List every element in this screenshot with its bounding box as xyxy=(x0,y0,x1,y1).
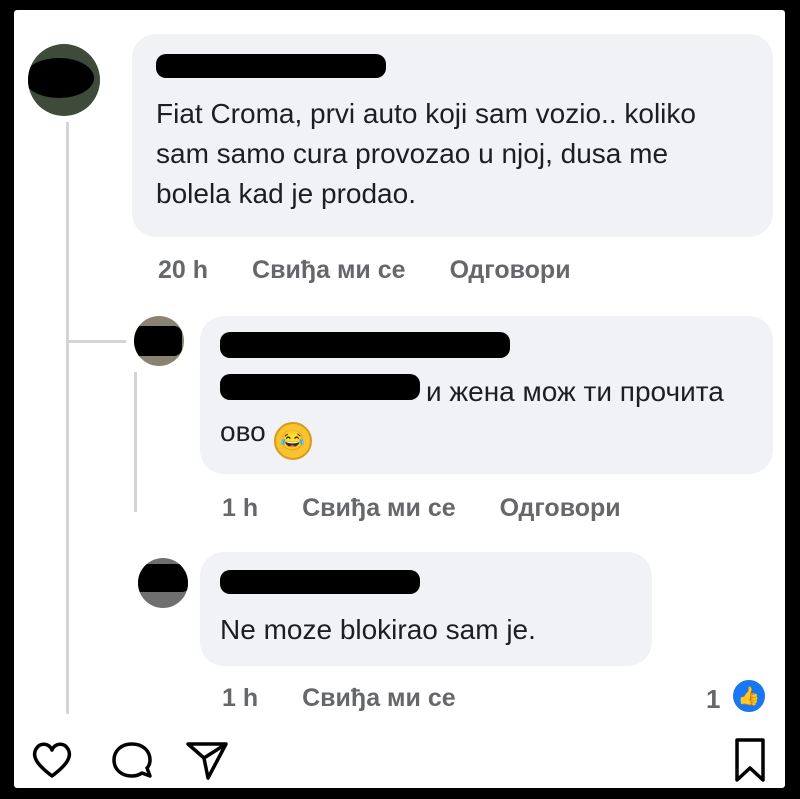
comment-meta: 20 h Свиђа ми се Одговори xyxy=(158,256,615,285)
reply-time: 1 h xyxy=(222,684,259,712)
like-count: 1 xyxy=(706,684,721,714)
screenshot-frame: Fiat Croma, prvi auto koji sam vozio.. k… xyxy=(14,10,785,788)
comment-icon[interactable] xyxy=(110,738,156,782)
avatar[interactable] xyxy=(138,558,188,608)
thumbs-up-icon: 👍 xyxy=(731,678,767,714)
reply-time: 1 h xyxy=(222,494,259,522)
laughing-tears-emoji-icon: 😂 xyxy=(273,422,312,460)
like-button[interactable]: Свиђа ми се xyxy=(302,684,456,712)
avatar[interactable] xyxy=(28,44,100,116)
reply-text: и жена мож ти прочита ово 😂 xyxy=(220,372,750,460)
avatar[interactable] xyxy=(134,316,184,366)
comment-bubble: Fiat Croma, prvi auto koji sam vozio.. k… xyxy=(132,34,773,237)
share-icon[interactable] xyxy=(184,738,230,782)
comment-text: Fiat Croma, prvi auto koji sam vozio.. k… xyxy=(156,98,696,209)
reply-meta: 1 h Свиђа ми се Одговори xyxy=(222,494,665,523)
comment-time: 20 h xyxy=(158,256,209,284)
like-button[interactable]: Свиђа ми се xyxy=(302,494,456,522)
bookmark-icon[interactable] xyxy=(732,736,768,784)
redacted-name xyxy=(220,332,510,358)
thread-line xyxy=(66,122,69,714)
heart-icon[interactable] xyxy=(30,738,74,782)
thread-connector xyxy=(66,340,126,343)
reply-meta: 1 h Свиђа ми се xyxy=(222,684,500,713)
like-button[interactable]: Свиђа ми се xyxy=(252,256,406,284)
redacted-name xyxy=(156,54,386,78)
thread-line-sub xyxy=(134,372,137,512)
reply-button[interactable]: Одговори xyxy=(500,494,621,522)
reply-bubble: и жена мож ти прочита ово 😂 xyxy=(200,316,773,474)
reply-button[interactable]: Одговори xyxy=(450,256,571,284)
reply-text: Ne moze blokirao sam je. xyxy=(220,614,536,645)
reply-bubble: Ne moze blokirao sam je. xyxy=(200,552,652,666)
redacted-name xyxy=(220,570,420,594)
